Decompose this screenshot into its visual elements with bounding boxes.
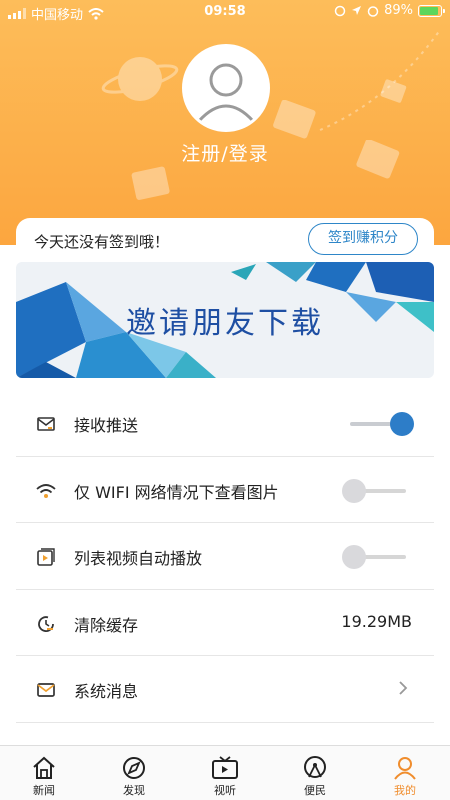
- planet-decoration-icon: [101, 57, 179, 101]
- tab-label: 便民: [304, 784, 326, 797]
- tab-label: 新闻: [33, 784, 55, 797]
- banner-title: 邀请朋友下载: [126, 306, 324, 341]
- battery-icon: [418, 4, 445, 17]
- tab-discover[interactable]: 发现: [104, 756, 164, 798]
- chevron-right-icon: [399, 681, 408, 695]
- wifi-images-toggle[interactable]: [342, 478, 414, 503]
- service-icon: [304, 756, 326, 778]
- settings-list: 接收推送 仅 WIFI 网络情况下查看图片 列表视频自动播放 清除缓存 19.2…: [0, 390, 450, 723]
- status-bar: 中国移动 09:58 89%: [0, 0, 450, 24]
- setting-autoplay-video: 列表视频自动播放: [16, 523, 434, 590]
- setting-label: 列表视频自动播放: [74, 549, 203, 568]
- profile-header: 中国移动 09:58 89% 注册/登录: [0, 0, 450, 245]
- setting-label: 仅 WIFI 网络情况下查看图片: [74, 482, 279, 502]
- battery-percent: 89%: [384, 3, 413, 18]
- setting-label: 清除缓存: [74, 615, 139, 635]
- toggle-knob: [390, 412, 414, 436]
- default-avatar-icon: [185, 47, 267, 129]
- tab-services[interactable]: 便民: [285, 756, 345, 798]
- clear-cache-icon: [38, 615, 54, 632]
- push-toggle[interactable]: [342, 412, 414, 436]
- setting-clear-cache[interactable]: 清除缓存 19.29MB: [16, 590, 434, 656]
- tab-av[interactable]: 视听: [195, 756, 255, 798]
- autoplay-toggle[interactable]: [342, 545, 414, 569]
- tv-icon: [212, 756, 238, 779]
- tab-label: 我的: [394, 784, 416, 797]
- setting-label: 系统消息: [74, 682, 139, 701]
- tab-label: 视听: [214, 784, 236, 797]
- tab-news[interactable]: 新闻: [14, 756, 74, 798]
- mail-icon: [37, 683, 55, 697]
- location-icon: [352, 6, 362, 15]
- person-icon: [394, 757, 416, 780]
- signin-card: 今天还没有签到哦！ 签到赚积分: [16, 218, 434, 266]
- toggle-knob: [342, 478, 366, 503]
- cache-size: 19.29MB: [341, 611, 412, 631]
- dotted-curve-decoration: [319, 29, 441, 131]
- signin-message: 今天还没有签到哦！: [34, 233, 170, 251]
- wifi-icon: [36, 483, 56, 498]
- setting-label: 接收推送: [74, 416, 139, 435]
- alarm-icon: [367, 5, 379, 17]
- bottom-tab-bar: 新闻 发现 视听 便民 我的: [0, 745, 450, 800]
- toggle-knob: [342, 545, 366, 569]
- tab-mine[interactable]: 我的: [375, 756, 435, 798]
- setting-system-messages[interactable]: 系统消息: [16, 656, 434, 723]
- tab-label: 发现: [123, 784, 145, 797]
- earn-points-button[interactable]: 签到赚积分: [308, 223, 418, 255]
- push-message-icon: [37, 417, 55, 431]
- compass-icon: [123, 757, 145, 779]
- rotation-lock-icon: [334, 5, 346, 16]
- newspaper-decoration-icon: [131, 166, 170, 200]
- avatar[interactable]: [182, 44, 270, 132]
- video-play-icon: [37, 548, 55, 566]
- login-register-link[interactable]: 注册/登录: [0, 139, 450, 166]
- home-icon: [33, 756, 55, 779]
- invite-friends-banner[interactable]: 邀请朋友下载: [16, 262, 434, 378]
- setting-wifi-images: 仅 WIFI 网络情况下查看图片: [16, 457, 434, 523]
- setting-receive-push: 接收推送: [16, 390, 434, 457]
